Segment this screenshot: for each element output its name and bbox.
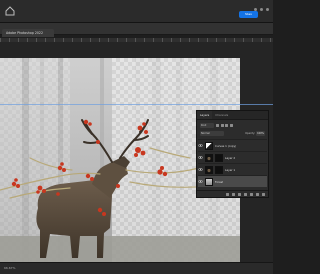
visibility-eye-icon[interactable] [198, 155, 203, 160]
layer-list: Curves 1 (copy) Layer 2 Layer 1 Forest [197, 139, 268, 187]
layer-thumbnail[interactable] [205, 177, 213, 186]
delete-layer-icon[interactable] [262, 192, 265, 196]
layer-mask-thumbnail[interactable] [215, 153, 223, 162]
blend-row: Normal Opacity: 100% [200, 130, 265, 137]
layers-panel: Layers Channels Kind Normal Opacity: 100… [196, 110, 269, 198]
kind-filter-select[interactable]: Kind [200, 123, 214, 128]
panel-tabs: Layers Channels [197, 111, 268, 120]
maximize-icon[interactable] [260, 8, 263, 11]
adjustment-filter-icon[interactable] [220, 124, 224, 127]
status-bar: 66.67% [0, 262, 273, 274]
pixel-filter-icon[interactable] [216, 124, 219, 127]
layer-thumbnail[interactable] [205, 141, 213, 150]
filter-icons [216, 124, 233, 127]
new-group-icon[interactable] [250, 192, 253, 196]
tab-layers[interactable]: Layers [197, 111, 213, 119]
layer-thumbnail[interactable] [205, 165, 213, 174]
layer-name: Layer 1 [225, 167, 236, 172]
window-controls[interactable] [254, 8, 269, 11]
home-icon[interactable] [4, 5, 16, 16]
layer-mask-thumbnail[interactable] [215, 165, 223, 174]
layer-filter-row: Kind [200, 122, 265, 129]
horizontal-ruler[interactable] [0, 38, 273, 42]
layers-panel-footer [197, 190, 268, 197]
add-mask-icon[interactable] [238, 192, 241, 196]
blend-mode-select[interactable]: Normal [200, 131, 224, 136]
tab-channels[interactable]: Channels [212, 111, 231, 119]
layer-row[interactable]: Forest [198, 175, 267, 187]
opacity-label: Opacity: [245, 132, 255, 135]
document-tab[interactable]: Adobe Photoshop 2022 [2, 29, 54, 37]
application-bar: Share [0, 0, 273, 23]
layer-thumbnail[interactable] [205, 153, 213, 162]
zoom-readout[interactable]: 66.67% [4, 266, 15, 270]
share-button[interactable]: Share [239, 11, 258, 18]
visibility-eye-icon[interactable] [198, 179, 203, 184]
type-filter-icon[interactable] [225, 124, 228, 127]
opacity-input[interactable]: 100% [256, 131, 265, 136]
new-adjustment-icon[interactable] [244, 192, 247, 196]
link-layers-icon[interactable] [226, 192, 229, 196]
visibility-eye-icon[interactable] [198, 143, 203, 148]
layer-name: Forest [215, 179, 224, 184]
add-style-icon[interactable] [232, 192, 235, 196]
layer-name: Curves 1 (copy) [215, 143, 237, 148]
shape-filter-icon[interactable] [229, 124, 233, 127]
layer-row[interactable]: Layer 1 [198, 163, 267, 175]
new-layer-icon[interactable] [256, 192, 259, 196]
close-icon[interactable] [266, 8, 269, 11]
layer-row[interactable]: Curves 1 (copy) [198, 139, 267, 151]
layer-row[interactable]: Layer 2 [198, 151, 267, 163]
layer-name: Layer 2 [225, 155, 236, 160]
minimize-icon[interactable] [254, 8, 257, 11]
guide-line[interactable] [0, 104, 273, 105]
opacity-control: Opacity: 100% [245, 131, 265, 136]
visibility-eye-icon[interactable] [198, 167, 203, 172]
